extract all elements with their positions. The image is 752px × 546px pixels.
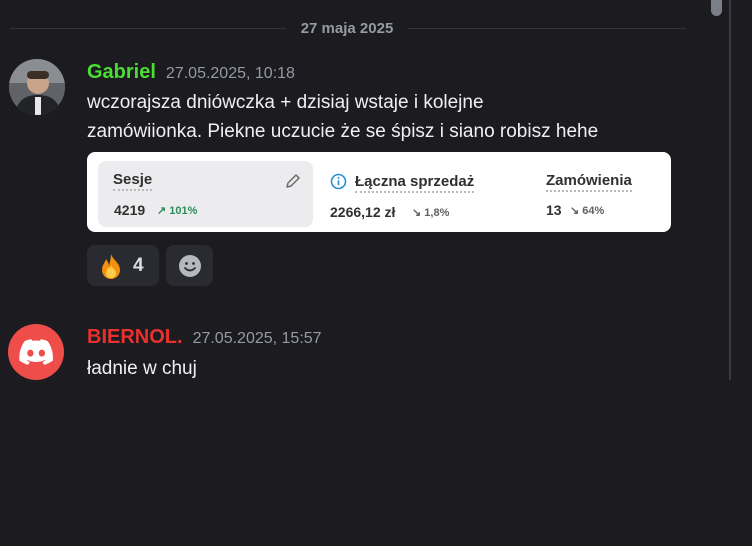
discord-logo-icon (19, 339, 53, 365)
user-photo-icon (9, 59, 65, 115)
username-biernol[interactable]: BIERNOL. (87, 326, 183, 349)
message-header-biernol: BIERNOL. 27.05.2025, 15:57 (87, 326, 322, 349)
message-body-biernol: ładnie w chuj (87, 354, 197, 383)
avatar-gabriel[interactable] (9, 59, 65, 115)
stat-delta-orders: ↘ 64% (570, 205, 605, 217)
stat-delta-total-sales: ↘ 1,8% (412, 207, 450, 219)
message-line: wczorajsza dniówczka + dzisiaj wstaje i … (87, 92, 484, 113)
message-timestamp[interactable]: 27.05.2025, 15:57 (193, 330, 322, 348)
date-divider-label: 27 maja 2025 (286, 20, 408, 37)
scrollbar-thumb[interactable] (711, 0, 722, 16)
username-gabriel[interactable]: Gabriel (87, 61, 156, 84)
message-header-gabriel: Gabriel 27.05.2025, 10:18 (87, 61, 295, 84)
stat-value-orders: 13 (546, 202, 562, 218)
add-reaction-button[interactable] (166, 245, 213, 286)
edit-pencil-icon (286, 174, 300, 188)
stat-value-sessions: 4219 (114, 202, 146, 218)
stat-delta-sessions: ↗ 101% (157, 205, 198, 217)
stat-title-sessions: Sesje (113, 171, 153, 191)
message-body-gabriel: wczorajsza dniówczka + dzisiaj wstaje i … (87, 88, 707, 146)
info-icon (330, 173, 347, 190)
stat-title-total-sales: Łączna sprzedaż (355, 173, 475, 193)
stat-title-orders: Zamówienia (546, 172, 632, 192)
reaction-count: 4 (133, 254, 144, 276)
stat-value-total-sales: 2266,12 zł (330, 204, 396, 220)
add-reaction-icon (178, 254, 201, 277)
message-line: zamówiionka. Piekne uczucie że se śpisz … (87, 121, 599, 142)
reaction-fire[interactable]: 4 (87, 245, 159, 286)
fire-emoji-icon (102, 253, 120, 279)
scrollbar-track[interactable] (729, 0, 731, 380)
attached-image-stats[interactable]: Sesje 4219 ↗ 101% Łączna sprzedaż 2266,1… (87, 152, 671, 232)
avatar-biernol[interactable] (8, 324, 64, 380)
message-timestamp[interactable]: 27.05.2025, 10:18 (166, 65, 295, 83)
message-line: ładnie w chuj (87, 358, 197, 379)
